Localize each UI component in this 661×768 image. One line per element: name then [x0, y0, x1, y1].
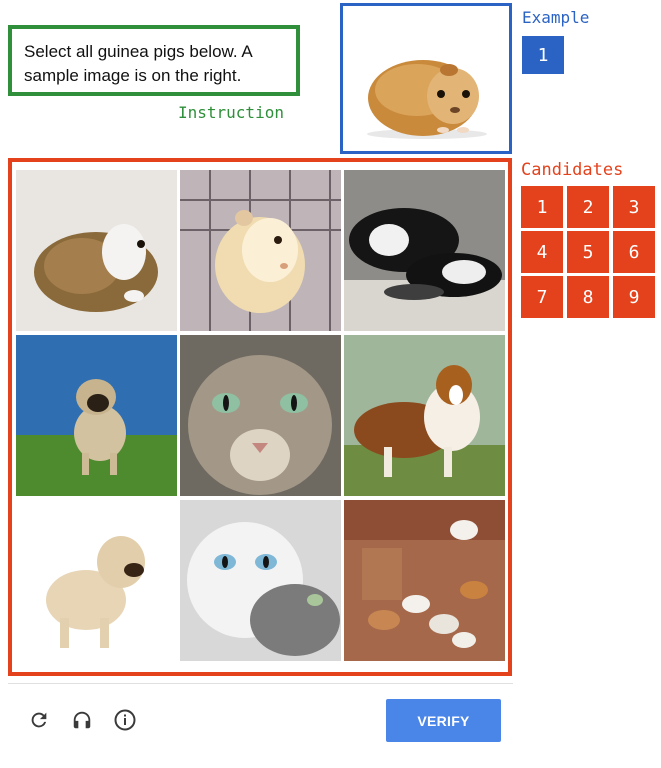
candidate-number: 5	[567, 231, 609, 273]
headphones-icon[interactable]	[69, 706, 95, 734]
candidate-tile-1[interactable]	[16, 170, 177, 331]
cats-image	[344, 170, 505, 331]
example-number-badge: 1	[522, 36, 564, 74]
candidate-number: 4	[521, 231, 563, 273]
instruction-label: Instruction	[178, 103, 284, 122]
guinea-pigs-group-image	[344, 500, 505, 661]
candidate-tile-4[interactable]	[16, 335, 177, 496]
candidate-tile-7[interactable]	[16, 500, 177, 661]
candidates-label: Candidates	[521, 160, 624, 180]
candidate-tile-5[interactable]	[180, 335, 341, 496]
candidate-number: 9	[613, 276, 655, 318]
pug-image	[16, 335, 177, 496]
candidate-number-grid: 1 2 3 4 5 6 7 8 9	[521, 186, 655, 318]
candidate-number: 6	[613, 231, 655, 273]
verify-button[interactable]: VERIFY	[386, 699, 501, 742]
collie-image	[344, 335, 505, 496]
candidate-tile-6[interactable]	[344, 335, 505, 496]
example-image-box	[340, 3, 512, 154]
reload-icon[interactable]	[26, 706, 52, 734]
info-icon[interactable]	[112, 706, 138, 734]
candidate-tile-2[interactable]	[180, 170, 341, 331]
candidate-number: 7	[521, 276, 563, 318]
terrier-image	[16, 500, 177, 661]
candidate-tile-8[interactable]	[180, 500, 341, 661]
footer-divider	[8, 683, 513, 684]
guinea-pig-image	[180, 170, 341, 331]
candidate-image-grid	[16, 170, 506, 674]
instruction-text: Select all guinea pigs below. A sample i…	[24, 42, 252, 85]
candidate-number: 2	[567, 186, 609, 228]
kittens-image	[180, 500, 341, 661]
candidates-box	[8, 158, 512, 676]
example-guinea-pig-image	[343, 6, 509, 151]
candidate-tile-3[interactable]	[344, 170, 505, 331]
instruction-box: Select all guinea pigs below. A sample i…	[8, 25, 300, 96]
cat-image	[180, 335, 341, 496]
candidate-number: 1	[521, 186, 563, 228]
candidate-tile-9[interactable]	[344, 500, 505, 661]
candidate-number: 3	[613, 186, 655, 228]
guinea-pig-image	[16, 170, 177, 331]
example-label: Example	[522, 8, 590, 27]
candidate-number: 8	[567, 276, 609, 318]
